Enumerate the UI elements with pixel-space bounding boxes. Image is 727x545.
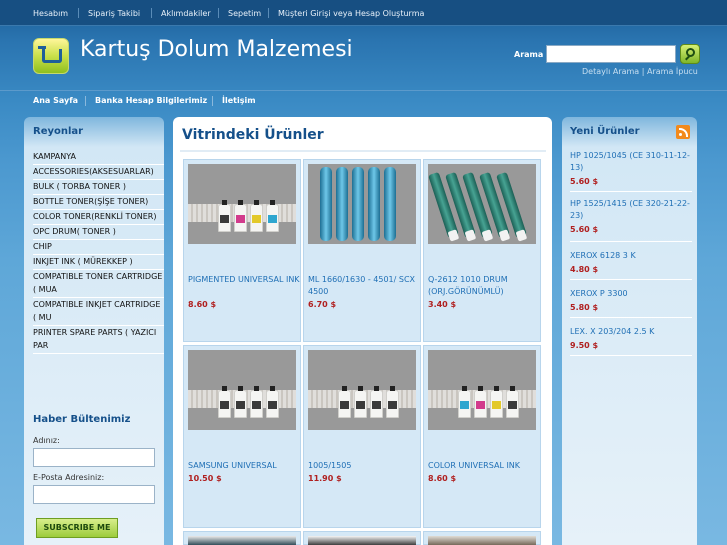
topnav-wishlist[interactable]: Aklımdakiler <box>161 9 211 18</box>
new-product-price: 5.60 $ <box>570 177 599 186</box>
new-product-price: 5.80 $ <box>570 303 599 312</box>
product-card[interactable]: ML 1660/1630 - 4501/ SCX 4500 6.70 $ <box>303 159 421 342</box>
top-navigation: Hesabım Sipariş Takibi Aklımdakiler Sepe… <box>0 0 727 26</box>
new-product-name[interactable]: HP 1025/1045 (CE 310-11-12-13) <box>570 150 692 174</box>
category-item[interactable]: COMPATIBLE TONER CARTRIDGE ( MUA <box>33 270 164 298</box>
email-input[interactable] <box>33 485 155 504</box>
product-image[interactable] <box>188 536 296 545</box>
product-name[interactable]: Q-2612 1010 DRUM (ORJ.GÖRÜNÜMLÜ) <box>428 274 540 298</box>
name-label: Adınız: <box>33 436 60 445</box>
nav-divider <box>212 96 213 106</box>
new-product-item[interactable]: XEROX P 3300 5.80 $ <box>570 288 692 318</box>
product-image[interactable] <box>428 350 536 430</box>
category-item[interactable]: ACCESSORIES(AKSESUARLAR) <box>33 165 164 180</box>
name-input[interactable] <box>33 448 155 467</box>
site-title[interactable]: Kartuş Dolum Malzemesi <box>80 37 353 62</box>
product-image[interactable] <box>188 164 296 244</box>
category-item[interactable]: BOTTLE TONER(ŞİŞE TONER) <box>33 195 164 210</box>
new-product-item[interactable]: HP 1025/1045 (CE 310-11-12-13) 5.60 $ <box>570 150 692 192</box>
product-image[interactable] <box>428 536 536 545</box>
category-item[interactable]: COMPATIBLE INKJET CARTRIDGE ( MU <box>33 298 164 326</box>
main-navigation: Ana Sayfa Banka Hesap Bilgilerimiz İleti… <box>0 90 727 110</box>
topnav-order-tracking[interactable]: Sipariş Takibi <box>88 9 140 18</box>
product-image[interactable] <box>308 536 416 545</box>
product-card[interactable] <box>423 531 541 545</box>
topnav-login-register[interactable]: Müşteri Girişi veya Hesap Oluşturma <box>278 9 424 18</box>
new-product-name[interactable]: XEROX P 3300 <box>570 288 692 300</box>
new-product-price: 5.60 $ <box>570 225 599 234</box>
product-card[interactable] <box>303 531 421 545</box>
product-name[interactable]: ML 1660/1630 - 4501/ SCX 4500 <box>308 274 420 298</box>
newsletter-title: Haber Bültenimiz <box>33 414 131 425</box>
product-price: 8.60 $ <box>428 474 457 483</box>
product-name[interactable]: COLOR UNIVERSAL INK <box>428 460 540 472</box>
product-image[interactable] <box>308 350 416 430</box>
rss-icon[interactable] <box>676 125 690 139</box>
featured-title: Vitrindeki Ürünler <box>182 127 324 143</box>
product-price: 6.70 $ <box>308 300 337 309</box>
topnav-divider <box>78 8 79 18</box>
nav-home[interactable]: Ana Sayfa <box>33 96 78 105</box>
category-item[interactable]: OPC DRUM( TONER ) <box>33 225 164 240</box>
category-item[interactable]: INKJET INK ( MÜREKKEP ) <box>33 255 164 270</box>
advanced-search-link[interactable]: Detaylı Arama <box>582 67 639 76</box>
subscribe-button[interactable]: SUBSCRIBE ME <box>36 518 118 538</box>
nav-divider <box>85 96 86 106</box>
product-price: 3.40 $ <box>428 300 457 309</box>
product-image[interactable] <box>188 350 296 430</box>
category-item[interactable]: PRINTER SPARE PARTS ( YAZICI PAR <box>33 326 164 354</box>
topnav-account[interactable]: Hesabım <box>33 9 68 18</box>
product-card[interactable]: COLOR UNIVERSAL INK 8.60 $ <box>423 345 541 528</box>
category-item[interactable]: KAMPANYA <box>33 150 164 165</box>
product-image[interactable] <box>428 164 536 244</box>
topnav-divider <box>268 8 269 18</box>
category-item[interactable]: BULK ( TORBA TONER ) <box>33 180 164 195</box>
product-price: 8.60 $ <box>188 300 217 309</box>
product-card[interactable]: PIGMENTED UNIVERSAL INK 8.60 $ <box>183 159 301 342</box>
topnav-cart[interactable]: Sepetim <box>228 9 261 18</box>
product-name[interactable]: SAMSUNG UNIVERSAL <box>188 460 300 472</box>
cart-logo-icon[interactable] <box>33 38 69 74</box>
product-price: 11.90 $ <box>308 474 342 483</box>
category-list: KAMPANYA ACCESSORIES(AKSESUARLAR) BULK (… <box>33 150 164 354</box>
categories-title: Reyonlar <box>33 126 84 137</box>
category-item[interactable]: CHIP <box>33 240 164 255</box>
search-links: Detaylı Arama | Arama İpucu <box>582 67 698 76</box>
new-product-item[interactable]: XEROX 6128 3 K 4.80 $ <box>570 250 692 280</box>
email-label: E-Posta Adresiniz: <box>33 473 105 482</box>
nav-contact[interactable]: İletişim <box>222 96 256 105</box>
divider <box>180 150 546 152</box>
product-card[interactable]: 1005/1505 11.90 $ <box>303 345 421 528</box>
product-price: 10.50 $ <box>188 474 222 483</box>
new-product-name[interactable]: LEX. X 203/204 2.5 K <box>570 326 692 338</box>
search-tips-link[interactable]: Arama İpucu <box>647 67 698 76</box>
new-product-item[interactable]: HP 1525/1415 (CE 320-21-22-23) 5.60 $ <box>570 198 692 242</box>
product-card[interactable]: SAMSUNG UNIVERSAL 10.50 $ <box>183 345 301 528</box>
category-item[interactable]: COLOR TONER(RENKLİ TONER) <box>33 210 164 225</box>
search-label: Arama <box>514 50 544 59</box>
nav-bank-accounts[interactable]: Banka Hesap Bilgilerimiz <box>95 96 207 105</box>
product-name[interactable]: 1005/1505 <box>308 460 420 472</box>
new-product-price: 4.80 $ <box>570 265 599 274</box>
new-product-name[interactable]: XEROX 6128 3 K <box>570 250 692 262</box>
search-button[interactable] <box>680 44 700 64</box>
topnav-divider <box>151 8 152 18</box>
new-product-price: 9.50 $ <box>570 341 599 350</box>
product-card[interactable]: Q-2612 1010 DRUM (ORJ.GÖRÜNÜMLÜ) 3.40 $ <box>423 159 541 342</box>
new-product-name[interactable]: HP 1525/1415 (CE 320-21-22-23) <box>570 198 692 222</box>
product-name[interactable]: PIGMENTED UNIVERSAL INK <box>188 274 300 286</box>
search-input[interactable] <box>546 45 676 63</box>
product-card[interactable] <box>183 531 301 545</box>
new-products-title: Yeni Ürünler <box>570 126 640 137</box>
topnav-divider <box>218 8 219 18</box>
new-product-item[interactable]: LEX. X 203/204 2.5 K 9.50 $ <box>570 326 692 356</box>
product-image[interactable] <box>308 164 416 244</box>
